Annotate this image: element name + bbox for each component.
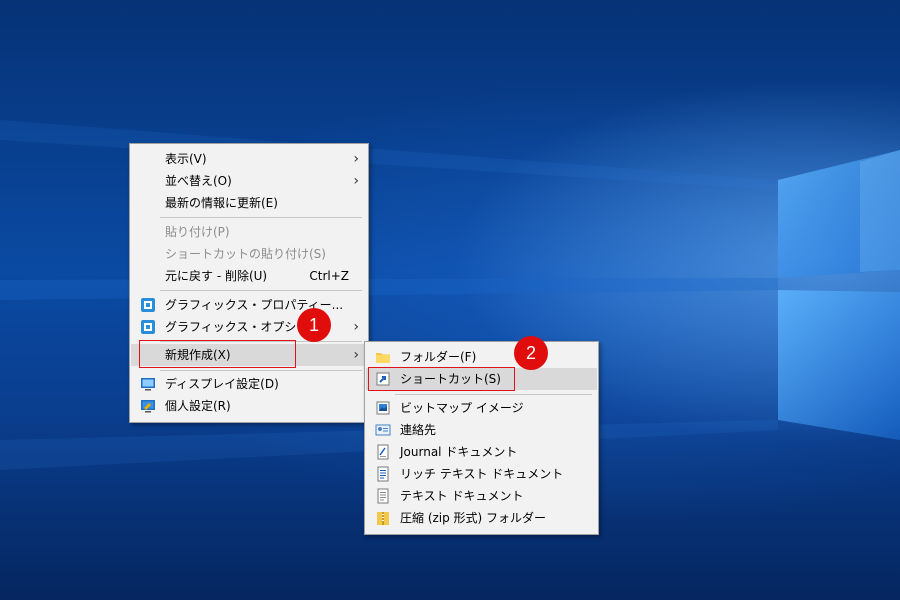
menu-item-label: Journal ドキュメント — [400, 445, 518, 459]
menu-separator — [395, 394, 592, 395]
menu-item-display-settings[interactable]: ディスプレイ設定(D) — [131, 373, 367, 395]
menu-separator — [160, 370, 362, 371]
highlight-box-new — [139, 340, 296, 368]
submenu-item-bitmap[interactable]: ビットマップ イメージ — [366, 397, 597, 419]
intel-graphics-icon — [141, 298, 155, 312]
menu-item-label: 表示(V) — [165, 152, 207, 166]
menu-item-paste-shortcut: ショートカットの貼り付け(S) — [131, 243, 367, 265]
menu-item-label: 個人設定(R) — [165, 399, 231, 413]
menu-item-graphics-options[interactable]: グラフィックス・オプション › — [131, 316, 367, 338]
submenu-item-rich-text[interactable]: リッチ テキスト ドキュメント — [366, 463, 597, 485]
bitmap-icon — [376, 401, 390, 415]
menu-item-view[interactable]: 表示(V) › — [131, 148, 367, 170]
submenu-item-zip-folder[interactable]: 圧縮 (zip 形式) フォルダー — [366, 507, 597, 529]
chevron-right-icon: › — [353, 347, 359, 363]
menu-item-label: 圧縮 (zip 形式) フォルダー — [400, 511, 547, 525]
menu-separator — [160, 290, 362, 291]
menu-item-undo-delete[interactable]: 元に戻す - 削除(U) Ctrl+Z — [131, 265, 367, 287]
menu-item-label: フォルダー(F) — [400, 350, 477, 364]
menu-item-refresh[interactable]: 最新の情報に更新(E) — [131, 192, 367, 214]
display-icon — [141, 378, 155, 391]
contact-icon — [375, 424, 391, 436]
menu-item-label: ショートカットの貼り付け(S) — [165, 247, 326, 261]
rtf-icon — [377, 466, 389, 482]
menu-item-label: テキスト ドキュメント — [400, 489, 524, 503]
menu-separator — [160, 217, 362, 218]
menu-item-label: 連絡先 — [400, 423, 437, 437]
chevron-right-icon: › — [353, 173, 359, 189]
menu-item-label: ビットマップ イメージ — [400, 401, 524, 415]
text-doc-icon — [377, 488, 389, 504]
highlight-box-shortcut — [368, 367, 515, 391]
submenu-item-folder[interactable]: フォルダー(F) — [366, 346, 597, 368]
chevron-right-icon: › — [353, 319, 359, 335]
shortcut-text: Ctrl+Z — [309, 269, 349, 283]
menu-item-paste: 貼り付け(P) — [131, 221, 367, 243]
menu-item-graphics-properties[interactable]: グラフィックス・プロパティー... — [131, 294, 367, 316]
menu-item-label: 最新の情報に更新(E) — [165, 196, 278, 210]
menu-item-label: 元に戻す - 削除(U) — [165, 269, 268, 283]
step-marker-1: 1 — [297, 308, 331, 342]
menu-item-label: 貼り付け(P) — [165, 225, 230, 239]
menu-item-sort[interactable]: 並べ替え(O) › — [131, 170, 367, 192]
submenu-item-journal[interactable]: Journal ドキュメント — [366, 441, 597, 463]
chevron-right-icon: › — [353, 151, 359, 167]
desktop-context-menu: 表示(V) › 並べ替え(O) › 最新の情報に更新(E) 貼り付け(P) ショ… — [129, 143, 369, 423]
journal-icon — [377, 444, 389, 460]
menu-item-label: ディスプレイ設定(D) — [165, 377, 279, 391]
zip-folder-icon — [377, 512, 389, 525]
submenu-item-text-document[interactable]: テキスト ドキュメント — [366, 485, 597, 507]
menu-item-label: 並べ替え(O) — [165, 174, 232, 188]
folder-icon — [376, 353, 390, 363]
menu-item-personalize[interactable]: 個人設定(R) — [131, 395, 367, 417]
step-marker-2: 2 — [514, 336, 548, 370]
submenu-item-contact[interactable]: 連絡先 — [366, 419, 597, 441]
menu-item-label: リッチ テキスト ドキュメント — [400, 467, 564, 481]
intel-graphics-icon — [141, 320, 155, 334]
personalize-icon — [141, 400, 155, 413]
